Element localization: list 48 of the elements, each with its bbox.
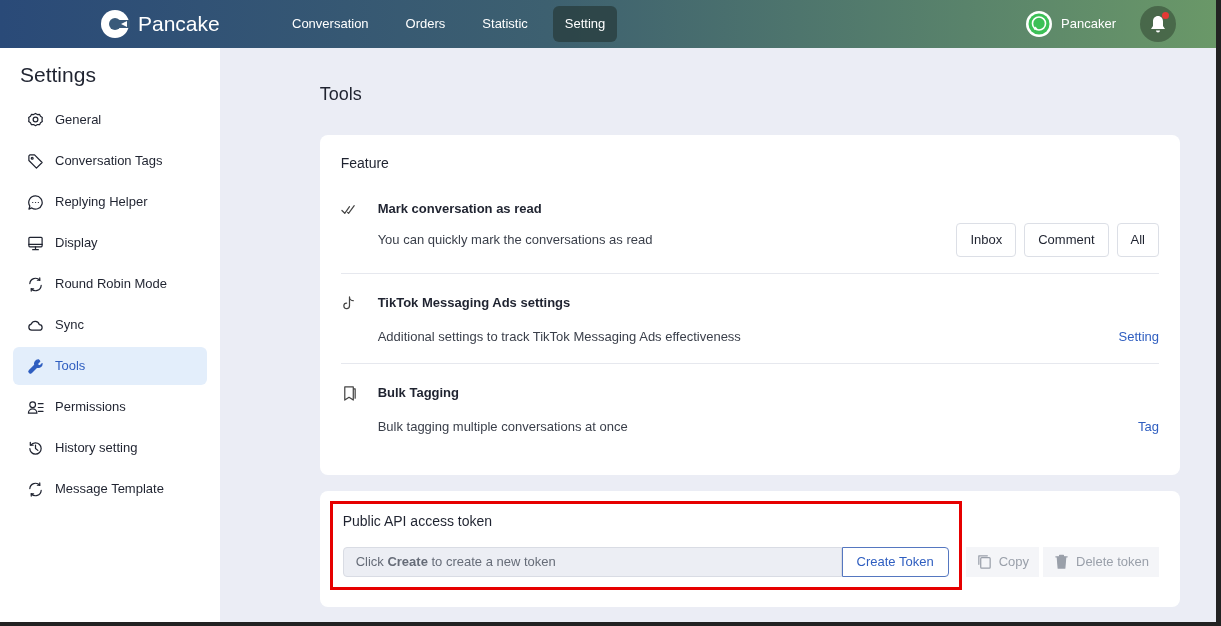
action-button[interactable]: All bbox=[1116, 223, 1159, 257]
create-token-button[interactable]: Create Token bbox=[841, 546, 949, 577]
history-icon bbox=[27, 439, 44, 457]
sidebar-item[interactable]: Conversation Tags bbox=[13, 142, 207, 181]
nav-tab[interactable]: Conversation bbox=[280, 6, 381, 42]
sidebar-item[interactable]: Sync bbox=[13, 306, 207, 345]
action-link[interactable]: Tag bbox=[1138, 417, 1159, 437]
user-name: Pancaker bbox=[1061, 15, 1116, 34]
action-button[interactable]: Comment bbox=[1024, 223, 1109, 257]
sidebar-item[interactable]: Permissions bbox=[13, 388, 207, 427]
feature-description: Bulk tagging multiple conversations at once bbox=[377, 418, 628, 437]
sidebar-item[interactable]: General bbox=[13, 101, 207, 140]
copy-icon bbox=[975, 553, 993, 571]
sidebar-item[interactable]: Replying Helper bbox=[13, 183, 207, 222]
page-title: Tools bbox=[319, 84, 363, 106]
tag-icon bbox=[27, 152, 44, 170]
user-list-icon bbox=[27, 398, 44, 416]
sidebar-item[interactable]: Tools bbox=[13, 347, 207, 386]
action-link[interactable]: Setting bbox=[1118, 327, 1159, 347]
card-title: Feature bbox=[340, 153, 390, 173]
wrench-icon bbox=[27, 357, 44, 375]
sidebar-item[interactable]: History setting bbox=[13, 429, 207, 468]
sidebar-title: Settings bbox=[20, 62, 97, 88]
feature-title: TikTok Messaging Ads settings bbox=[377, 293, 572, 312]
sidebar-item[interactable]: Message Template bbox=[13, 470, 207, 509]
feature-title: Mark conversation as read bbox=[377, 199, 543, 218]
monitor-icon bbox=[27, 234, 44, 252]
action-button[interactable]: Inbox bbox=[956, 223, 1017, 257]
feature-title: Bulk Tagging bbox=[377, 383, 460, 402]
gear-icon bbox=[27, 111, 44, 129]
token-field[interactable]: Click Create to create a new token bbox=[342, 546, 842, 577]
chat-bubble-icon bbox=[27, 193, 44, 211]
nav-tab[interactable]: Statistic bbox=[470, 6, 540, 42]
feature-description: You can quickly mark the conversations as read bbox=[377, 231, 653, 250]
card-title: Public API access token bbox=[342, 511, 494, 531]
bell-icon bbox=[1150, 15, 1166, 33]
sidebar-item[interactable]: Display bbox=[13, 224, 207, 263]
trash-icon bbox=[1053, 553, 1070, 571]
notification-button[interactable] bbox=[1140, 6, 1176, 42]
chat-app-icon[interactable] bbox=[1025, 10, 1054, 38]
brand-name: Pancake bbox=[138, 11, 220, 38]
nav-tab[interactable]: Setting bbox=[552, 6, 618, 42]
refresh-icon bbox=[27, 480, 44, 498]
pancake-logo-icon bbox=[100, 9, 130, 39]
sidebar-item[interactable]: Round Robin Mode bbox=[13, 265, 207, 304]
nav-tab[interactable]: Orders bbox=[393, 6, 458, 42]
refresh-icon bbox=[27, 275, 44, 293]
feature-description: Additional settings to track TikTok Messaging Ads effectiveness bbox=[377, 328, 741, 347]
